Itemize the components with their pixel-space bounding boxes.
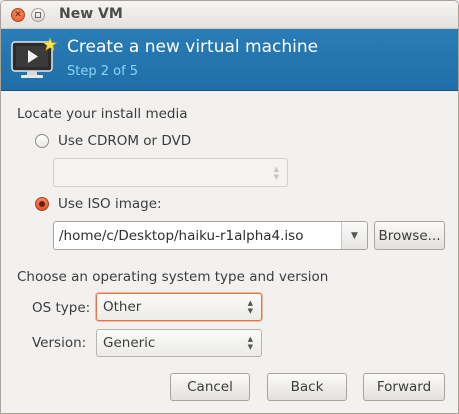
install-media-heading: Locate your install media xyxy=(17,106,188,122)
back-button[interactable]: Back xyxy=(267,373,347,401)
browse-button[interactable]: Browse... xyxy=(374,221,445,250)
os-heading: Choose an operating system type and vers… xyxy=(17,269,329,285)
up-down-arrows-icon: ▲ ▼ xyxy=(247,299,253,315)
iso-path-input[interactable]: /home/c/Desktop/haiku-r1alpha4.iso xyxy=(59,228,303,244)
new-vm-window: ✕ New VM Create a new virtual machine St… xyxy=(0,0,459,414)
wizard-step: Step 2 of 5 xyxy=(67,64,139,79)
cdrom-device-select: ▲ ▼ xyxy=(53,158,288,187)
iso-option[interactable]: Use ISO image: xyxy=(35,196,162,212)
up-down-arrows-icon: ▲ ▼ xyxy=(273,164,279,181)
version-value: Generic xyxy=(103,335,156,351)
os-type-value: Other xyxy=(103,299,142,315)
chevron-down-icon[interactable]: ▼ xyxy=(341,222,367,249)
title-bar[interactable]: ✕ New VM xyxy=(1,1,458,29)
up-down-arrows-icon: ▲ ▼ xyxy=(247,335,253,351)
os-type-select[interactable]: Other ▲ ▼ xyxy=(96,293,262,321)
close-icon[interactable]: ✕ xyxy=(11,8,25,22)
cdrom-option[interactable]: Use CDROM or DVD xyxy=(35,133,191,149)
virtual-machine-monitor-icon xyxy=(11,37,57,78)
wizard-title: Create a new virtual machine xyxy=(67,37,319,57)
wizard-header: Create a new virtual machine Step 2 of 5 xyxy=(1,29,458,91)
cancel-button[interactable]: Cancel xyxy=(170,373,250,401)
iso-label: Use ISO image: xyxy=(58,196,162,212)
cdrom-label: Use CDROM or DVD xyxy=(58,133,192,149)
forward-button[interactable]: Forward xyxy=(363,373,445,401)
iso-path-combo[interactable]: /home/c/Desktop/haiku-r1alpha4.iso ▼ xyxy=(53,221,368,250)
iso-radio[interactable] xyxy=(35,197,49,211)
window-title: New VM xyxy=(59,6,123,22)
os-type-label: OS type: xyxy=(32,300,91,316)
version-select[interactable]: Generic ▲ ▼ xyxy=(96,329,262,357)
cdrom-radio[interactable] xyxy=(35,134,49,148)
version-label: Version: xyxy=(32,335,87,351)
maximize-icon[interactable] xyxy=(31,8,45,22)
